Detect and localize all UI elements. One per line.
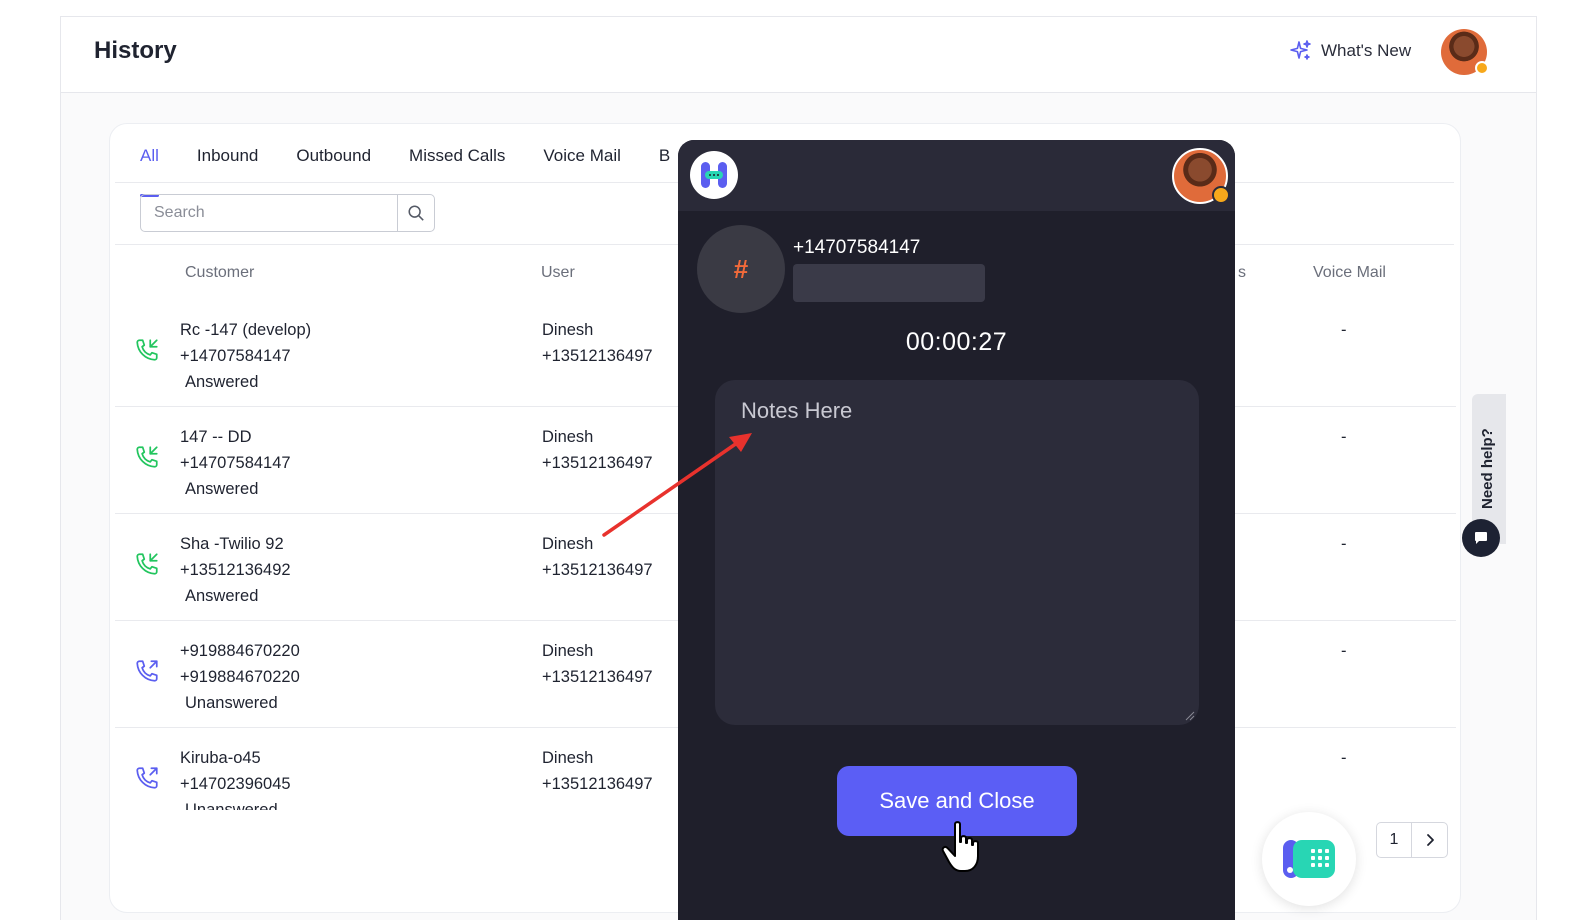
- call-status: Answered: [185, 587, 259, 605]
- tab-voice-mail[interactable]: Voice Mail: [543, 146, 620, 184]
- user-number: +13512136497: [542, 561, 653, 579]
- app-logo-icon: [701, 162, 727, 188]
- user-cell: Dinesh +13512136497: [542, 745, 653, 797]
- call-status: Unanswered: [185, 694, 278, 712]
- phone-incoming-icon: [136, 553, 158, 575]
- dialpad-icon: [1283, 840, 1335, 878]
- customer-name: +919884670220: [180, 642, 300, 660]
- next-page-button[interactable]: [1412, 823, 1447, 857]
- customer-name: Kiruba-o45: [180, 749, 261, 767]
- status-dot: [1475, 61, 1489, 75]
- user-number: +13512136497: [542, 347, 653, 365]
- call-timer: 00:00:27: [905, 328, 1008, 356]
- customer-cell: Rc -147 (develop) +14707584147 Answered: [180, 317, 311, 395]
- dialer-header: [678, 140, 1235, 211]
- dialer-panel: # +14707584147 00:00:27 Save and Close: [678, 140, 1235, 920]
- call-phone-number: +14707584147: [793, 237, 921, 258]
- search-button[interactable]: [397, 195, 434, 231]
- status-dot: [1212, 186, 1230, 204]
- customer-number: +14702396045: [180, 775, 291, 793]
- sparkle-icon: [1290, 40, 1311, 60]
- user-name: Dinesh: [542, 749, 594, 767]
- phone-incoming-icon: [136, 446, 158, 468]
- redacted-contact-name: [793, 264, 985, 302]
- phone-outgoing-icon: [136, 660, 158, 682]
- tab-outbound[interactable]: Outbound: [296, 146, 371, 184]
- tab-b[interactable]: B: [659, 146, 670, 184]
- customer-name: Sha -Twilio 92: [180, 535, 284, 553]
- user-cell: Dinesh +13512136497: [542, 317, 653, 369]
- user-number: +13512136497: [542, 775, 653, 793]
- page-title: History: [94, 37, 177, 64]
- customer-cell: +919884670220 +919884670220 Unanswered: [180, 638, 300, 716]
- call-status: Unanswered: [185, 801, 278, 810]
- user-cell: Dinesh +13512136497: [542, 531, 653, 583]
- user-name: Dinesh: [542, 535, 594, 553]
- hand-pointer-icon: [941, 821, 979, 872]
- user-name: Dinesh: [542, 321, 594, 339]
- column-header-partial: s: [1238, 264, 1246, 281]
- voice-mail-cell: -: [1341, 749, 1347, 767]
- user-cell: Dinesh +13512136497: [542, 424, 653, 476]
- column-header-user: User: [541, 264, 575, 281]
- voice-mail-cell: -: [1341, 642, 1347, 660]
- history-tabs: All Inbound Outbound Missed Calls Voice …: [140, 146, 708, 197]
- customer-number: +14707584147: [180, 347, 291, 365]
- customer-cell: Kiruba-o45 +14702396045 Unanswered: [180, 745, 291, 810]
- customer-number: +14707584147: [180, 454, 291, 472]
- column-header-customer: Customer: [185, 264, 255, 281]
- chat-bubble-icon: [1475, 532, 1487, 544]
- whats-new-button[interactable]: What's New: [1289, 39, 1411, 63]
- user-name: Dinesh: [542, 642, 594, 660]
- customer-cell: 147 -- DD +14707584147 Answered: [180, 424, 291, 502]
- search-box: [140, 194, 435, 232]
- user-number: +13512136497: [542, 454, 653, 472]
- call-status: Answered: [185, 480, 259, 498]
- contact-avatar: #: [697, 225, 785, 313]
- page-number-button[interactable]: 1: [1377, 823, 1412, 857]
- resize-handle-icon[interactable]: [1185, 711, 1195, 721]
- user-avatar[interactable]: [1441, 29, 1489, 75]
- need-help-label: Need help?: [1479, 428, 1496, 509]
- voice-mail-cell: -: [1341, 535, 1347, 553]
- call-status: Answered: [185, 373, 259, 391]
- dialer-launcher-button[interactable]: [1262, 812, 1356, 906]
- top-bar: History What's New: [61, 17, 1536, 93]
- customer-cell: Sha -Twilio 92 +13512136492 Answered: [180, 531, 291, 609]
- voice-mail-cell: -: [1341, 321, 1347, 339]
- tab-inbound[interactable]: Inbound: [197, 146, 258, 184]
- chat-button[interactable]: [1462, 519, 1500, 557]
- user-cell: Dinesh +13512136497: [542, 638, 653, 690]
- column-header-voice-mail: Voice Mail: [1313, 264, 1386, 281]
- voice-mail-cell: -: [1341, 428, 1347, 446]
- phone-outgoing-icon: [136, 767, 158, 789]
- tab-missed-calls[interactable]: Missed Calls: [409, 146, 505, 184]
- user-name: Dinesh: [542, 428, 594, 446]
- user-number: +13512136497: [542, 668, 653, 686]
- phone-incoming-icon: [136, 339, 158, 361]
- customer-number: +919884670220: [180, 668, 300, 686]
- customer-name: 147 -- DD: [180, 428, 252, 446]
- chevron-right-icon: [1426, 834, 1434, 846]
- search-icon: [408, 205, 424, 221]
- search-input[interactable]: [141, 195, 398, 231]
- agent-avatar[interactable]: [1172, 148, 1230, 204]
- tab-all[interactable]: All: [140, 146, 159, 197]
- app-logo: [690, 151, 738, 199]
- customer-name: Rc -147 (develop): [180, 321, 312, 339]
- pagination: 1: [1376, 822, 1448, 858]
- customer-number: +13512136492: [180, 561, 291, 579]
- whats-new-label: What's New: [1321, 41, 1412, 60]
- call-notes-input[interactable]: [715, 380, 1199, 725]
